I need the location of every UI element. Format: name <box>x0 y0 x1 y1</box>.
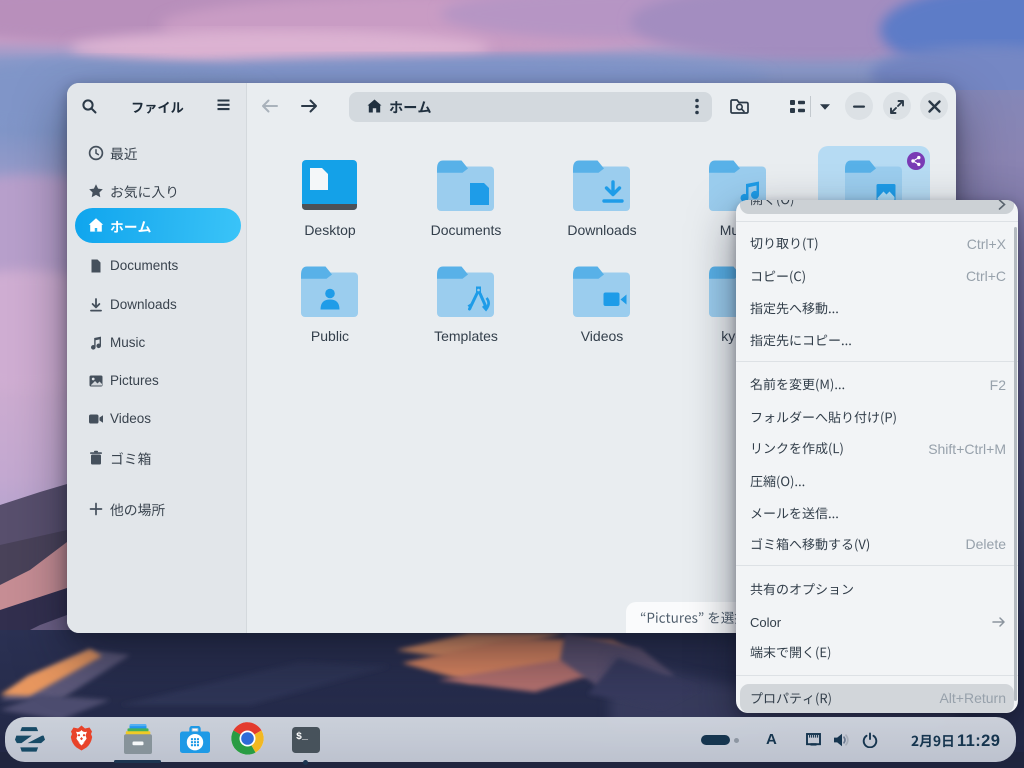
svg-text:$_: $_ <box>296 731 309 743</box>
